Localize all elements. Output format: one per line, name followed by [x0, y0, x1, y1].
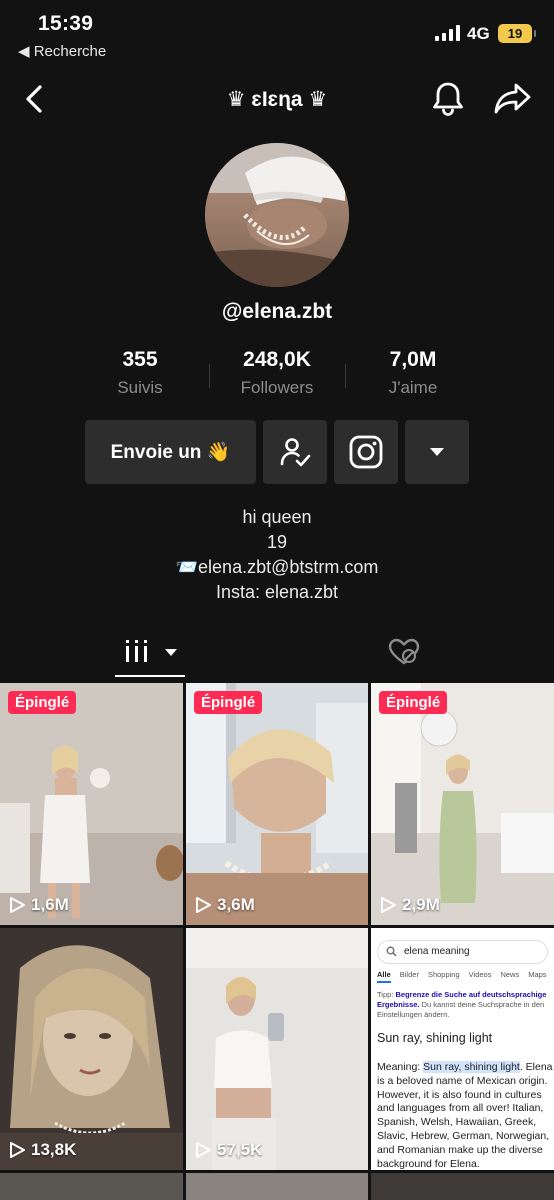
- search-icon: [386, 946, 397, 957]
- avatar-photo: [205, 143, 349, 287]
- meaning-prefix: Meaning:: [377, 1061, 424, 1073]
- google-tabs: Alle Bilder Shopping Videos News Maps: [377, 970, 552, 983]
- video-tile[interactable]: [186, 1173, 368, 1200]
- network-type: 4G: [467, 24, 490, 43]
- google-tab: Maps: [528, 970, 547, 979]
- bio-line: Insta: elena.zbt: [215, 582, 339, 602]
- play-icon: [196, 1142, 211, 1158]
- view-count-text: 1,6M: [31, 895, 69, 914]
- videos-grid-tab-icon[interactable]: [115, 636, 185, 668]
- caret-down-icon: [430, 448, 444, 456]
- username: @elena.zbt: [221, 300, 333, 323]
- pinned-badge: Épinglé: [379, 691, 448, 714]
- view-count: 1,6M: [8, 895, 69, 915]
- google-tab: Videos: [468, 970, 492, 979]
- battery-icon: 19: [498, 24, 536, 43]
- bio-email[interactable]: 📨elena.zbt@btstrm.com: [0, 555, 554, 580]
- profile-bio: hi queen 19 📨elena.zbt@btstrm.com Insta:…: [0, 505, 554, 605]
- tip-prefix: Tipp:: [377, 990, 396, 999]
- stat-value: 248,0K: [243, 348, 311, 371]
- status-time: 15:39: [38, 12, 94, 35]
- video-tile[interactable]: Épinglé 3,6M: [186, 683, 368, 925]
- back-to-search-link[interactable]: ◀ Recherche: [18, 42, 106, 60]
- message-button[interactable]: Envoie un 👋: [85, 420, 256, 484]
- play-icon: [196, 897, 211, 913]
- content-tabs: [0, 626, 554, 678]
- avatar[interactable]: [205, 143, 349, 287]
- top-nav: ♛ ɛƖɛɳa ♛: [0, 72, 554, 126]
- google-tip: Tipp: Begrenze die Suche auf deutschspra…: [377, 990, 549, 1020]
- video-tile[interactable]: 13,8K: [0, 928, 183, 1170]
- search-headline: Sun ray, shining light: [377, 1031, 493, 1045]
- video-thumbnail: [0, 683, 183, 925]
- stat-label: Followers: [240, 378, 314, 397]
- video-grid: Épinglé 1,6M Épinglé 3,6M Épinglé 2,9M 1…: [0, 683, 554, 1200]
- profile-stats: 355 Suivis 248,0K Followers 7,0M J'aime: [0, 348, 554, 408]
- stat-value: 7,0M: [389, 348, 437, 371]
- instagram-icon: [349, 435, 383, 469]
- search-query: elena meaning: [404, 946, 470, 957]
- view-count-text: 2,9M: [402, 895, 440, 914]
- share-icon[interactable]: [494, 80, 532, 116]
- meaning-body: . Elena is a beloved name of Mexican ori…: [377, 1061, 553, 1170]
- video-tile[interactable]: 57,5K: [186, 928, 368, 1170]
- bio-line: 19: [266, 532, 288, 552]
- video-thumbnail: [0, 928, 183, 1170]
- google-tab: Shopping: [427, 970, 460, 979]
- video-thumbnail: [186, 928, 368, 1170]
- bio-line: hi queen: [242, 507, 312, 527]
- stat-likes[interactable]: 7,0M J'aime: [343, 348, 483, 398]
- profile-actions: Envoie un 👋: [0, 420, 554, 484]
- video-tile[interactable]: Épinglé 2,9M: [371, 683, 554, 925]
- stat-label: J'aime: [388, 378, 438, 397]
- stat-value: 355: [122, 348, 158, 371]
- status-bar: 15:39 ◀ Recherche 4G 19: [0, 0, 554, 70]
- view-count: 57,5K: [194, 1140, 262, 1160]
- play-icon: [10, 897, 25, 913]
- view-count-text: 3,6M: [217, 895, 255, 914]
- google-search-bar: elena meaning: [377, 940, 548, 964]
- video-tile[interactable]: [0, 1173, 183, 1200]
- pinned-badge: Épinglé: [8, 691, 77, 714]
- cellular-signal-icon: [435, 25, 460, 41]
- video-tile[interactable]: Épinglé 1,6M: [0, 683, 183, 925]
- view-count: 2,9M: [379, 895, 440, 915]
- google-tab: Alle: [377, 970, 391, 983]
- video-thumbnail: [186, 683, 368, 925]
- meaning-highlight: Sun ray, shining light: [423, 1061, 520, 1073]
- video-tile[interactable]: elena meaning Alle Bilder Shopping Video…: [371, 928, 554, 1170]
- profile-title: ♛ ɛƖɛɳa ♛: [226, 88, 328, 111]
- play-icon: [10, 1142, 25, 1158]
- pinned-badge: Épinglé: [194, 691, 263, 714]
- video-tile[interactable]: [371, 1173, 554, 1200]
- google-tab: Bilder: [399, 970, 419, 979]
- search-meaning: Meaning: Sun ray, shining light. Elena i…: [377, 1061, 553, 1170]
- liked-hidden-tab-icon[interactable]: [388, 638, 420, 666]
- bell-icon[interactable]: [430, 80, 466, 116]
- stat-label: Suivis: [117, 378, 163, 397]
- stat-following[interactable]: 355 Suivis: [70, 348, 210, 398]
- play-icon: [381, 897, 396, 913]
- more-options-button[interactable]: [405, 420, 469, 484]
- google-tab: News: [500, 970, 520, 979]
- view-count-text: 13,8K: [31, 1140, 77, 1159]
- view-count: 3,6M: [194, 895, 255, 915]
- active-tab-indicator: [115, 675, 185, 677]
- view-count: 13,8K: [8, 1140, 76, 1160]
- instagram-button[interactable]: [334, 420, 398, 484]
- video-thumbnail: [371, 683, 554, 925]
- stat-followers[interactable]: 248,0K Followers: [207, 348, 347, 398]
- user-check-icon: [280, 438, 311, 467]
- following-button[interactable]: [263, 420, 327, 484]
- view-count-text: 57,5K: [217, 1140, 263, 1159]
